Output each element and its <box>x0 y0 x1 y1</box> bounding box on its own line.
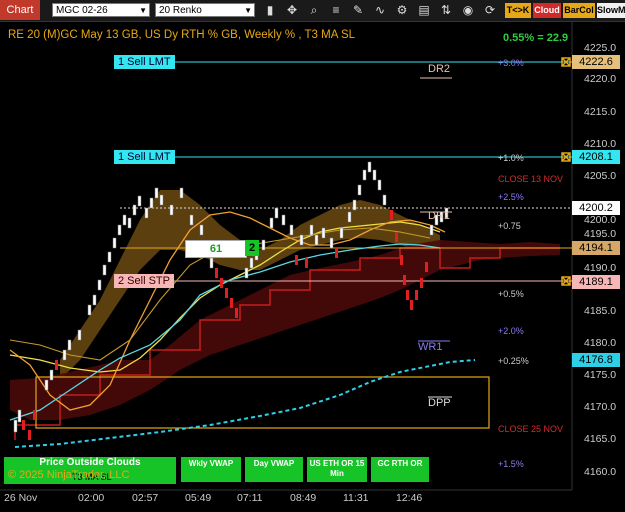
copyright-text: © 2025 NinjaTrader, LLC <box>8 469 130 481</box>
x-tick: 05:49 <box>185 492 212 504</box>
chart-title: RE 20 (M)GC May 13 GB, US Dy RTH % GB, W… <box>8 29 356 41</box>
y-tick: 4225.0 <box>584 42 617 54</box>
plus-2-5-pct-label: +2.5% <box>498 192 524 202</box>
price-label-4176: 4176.8 <box>572 353 620 367</box>
price-label-4194: 4194.1 <box>572 241 620 255</box>
price-label-4222: 4222.6 <box>572 55 620 69</box>
price-chart[interactable] <box>0 0 625 512</box>
x-tick: 08:49 <box>290 492 317 504</box>
sell-lmt-order-1[interactable]: 1 Sell LMT <box>114 55 175 69</box>
wr1-label: WR1 <box>418 341 443 353</box>
x-tick: 12:46 <box>396 492 423 504</box>
x-tick: 26 Nov <box>4 492 38 504</box>
dr2-label: DR2 <box>428 63 451 75</box>
x-tick: 02:57 <box>132 492 159 504</box>
y-tick: 4190.0 <box>584 262 617 274</box>
y-tick: 4205.0 <box>584 170 617 182</box>
position-pnl[interactable]: 61 <box>185 240 247 258</box>
wkly-vwap-button[interactable]: Wkly VWAP <box>181 457 241 482</box>
close-13-nov-label: CLOSE 13 NOV <box>498 174 564 184</box>
plus-2-pct-label: +2.0% <box>498 326 524 336</box>
plus-1-5-pct-label: +1.5% <box>498 459 524 469</box>
x-tick: 07:11 <box>237 492 263 504</box>
y-tick: 4170.0 <box>584 401 617 413</box>
y-tick: 4220.0 <box>584 73 617 85</box>
x-tick: 02:00 <box>78 492 105 504</box>
y-tick: 4160.0 <box>584 466 617 478</box>
order-marker-icons <box>561 57 571 286</box>
y-tick: 4200.0 <box>584 214 617 226</box>
sell-stp-order[interactable]: 2 Sell STP <box>114 274 174 288</box>
gc-rth-or-button[interactable]: GC RTH OR <box>371 457 429 482</box>
y-tick: 4185.0 <box>584 305 617 317</box>
y-tick: 4165.0 <box>584 433 617 445</box>
plus-1-pct-label: +1.0% <box>498 153 524 163</box>
us-eth-or-button[interactable]: US ETH OR 15 Min <box>307 457 367 482</box>
y-tick: 4195.0 <box>584 228 617 240</box>
x-tick: 11:31 <box>343 492 369 504</box>
dpp-label: DPP <box>428 397 451 409</box>
price-label-4189: 4189.1 <box>572 275 620 289</box>
percent-readout: 0.55% = 22.9 <box>503 32 569 44</box>
plus-0-25-pct-label: +0.25% <box>498 356 529 366</box>
position-qty[interactable]: 2 <box>245 240 259 256</box>
dr1-label: DR1 <box>428 210 451 222</box>
close-25-nov-label: CLOSE 25 NOV <box>498 424 564 434</box>
plus-0-5-pct-label: +0.5% <box>498 289 524 299</box>
y-tick: 4210.0 <box>584 138 617 150</box>
y-tick: 4180.0 <box>584 337 617 349</box>
price-label-4200: 4200.2 <box>572 201 620 215</box>
sell-lmt-order-2[interactable]: 1 Sell LMT <box>114 150 175 164</box>
y-tick: 4215.0 <box>584 106 617 118</box>
y-tick: 4175.0 <box>584 369 617 381</box>
day-vwap-button[interactable]: Day VWAP <box>245 457 303 482</box>
plus-0-75-label: +0.75 <box>498 221 521 231</box>
price-label-4208: 4208.1 <box>572 150 620 164</box>
plus-3-pct-label: +3.0% <box>498 58 524 68</box>
